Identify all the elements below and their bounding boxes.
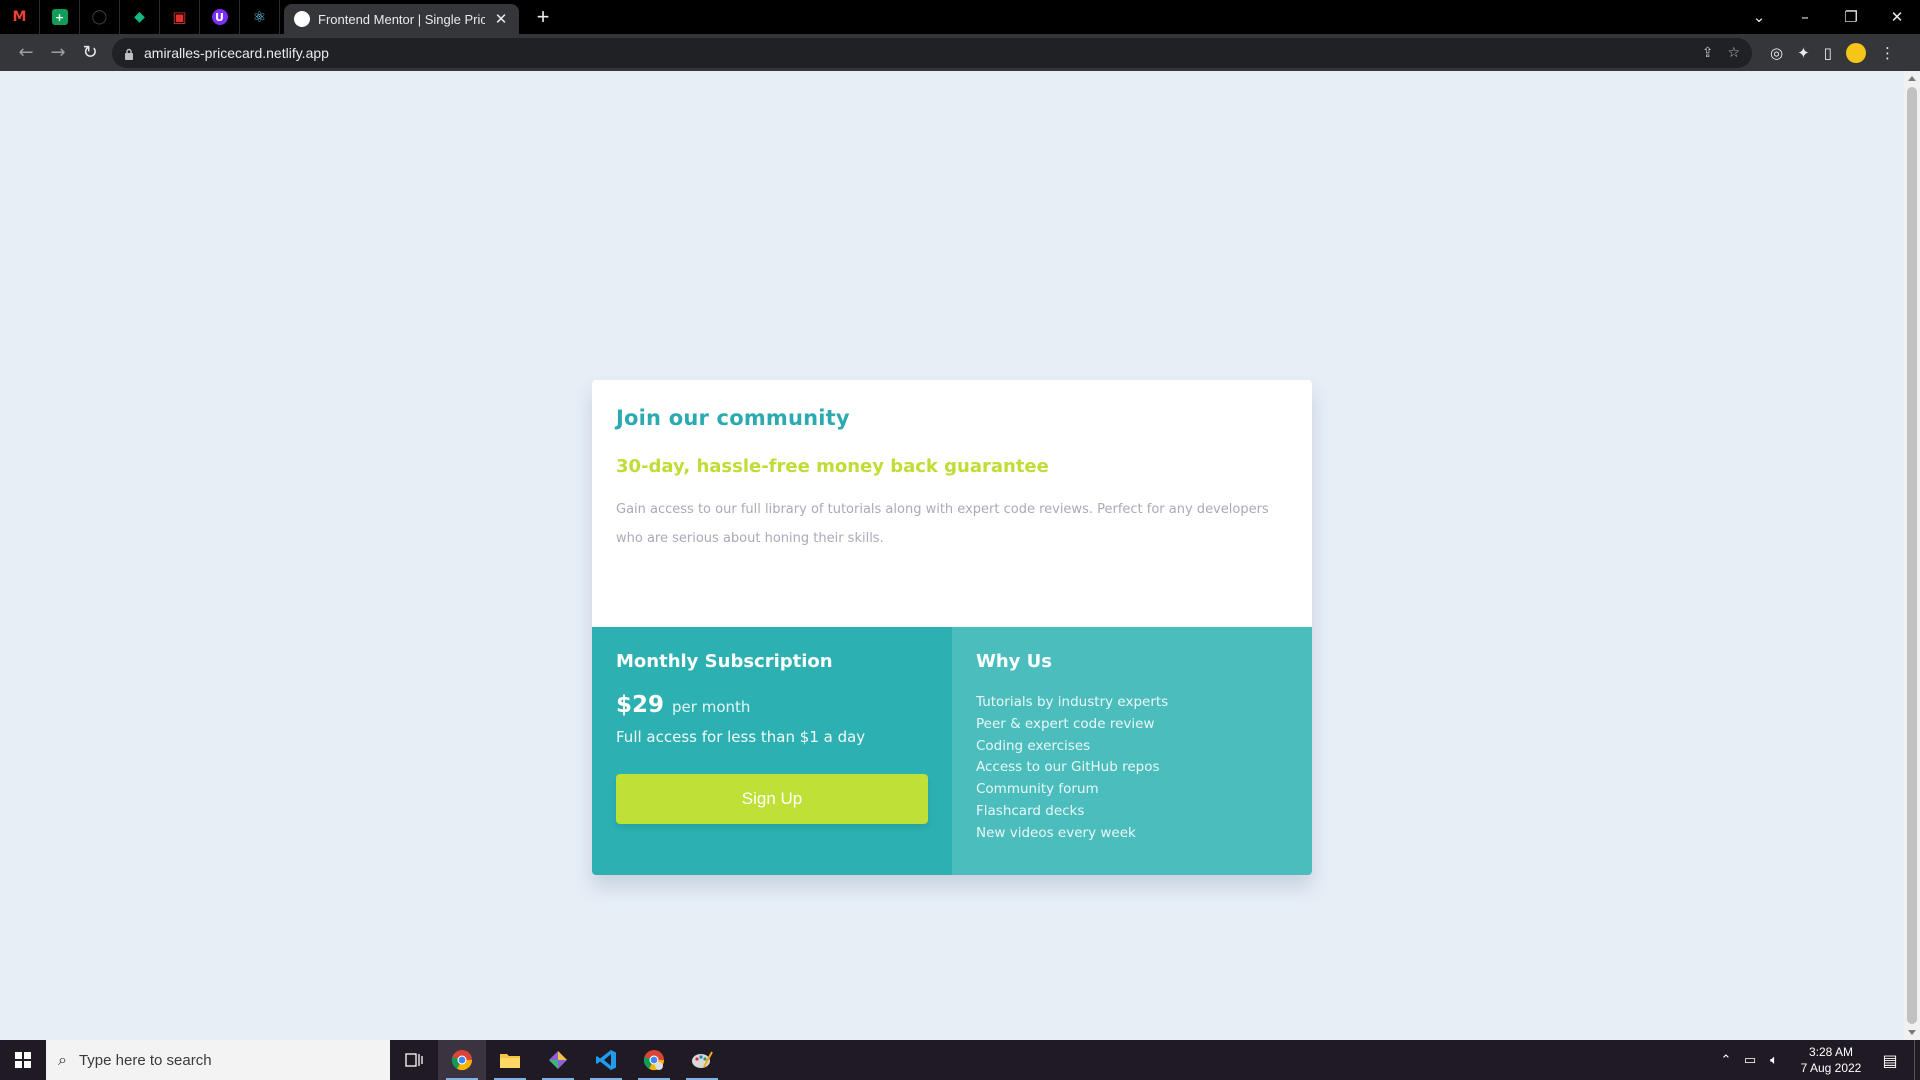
price-row: $29 per month (616, 692, 928, 718)
taskbar-git-app[interactable] (534, 1040, 582, 1080)
why-us-panel: Why Us Tutorials by industry experts Pee… (952, 627, 1312, 875)
url-text: amiralles-pricecard.netlify.app (144, 44, 329, 61)
pinned-tab-purple-app[interactable]: U (200, 0, 240, 34)
address-bar[interactable]: amiralles-pricecard.netlify.app ⇪ ☆ (112, 37, 1752, 68)
chrome-icon (451, 1050, 473, 1071)
tray-overflow-chevron-icon[interactable]: ⌃ (1714, 1053, 1738, 1068)
why-us-item: Access to our GitHub repos (976, 759, 1160, 776)
why-us-heading: Why Us (976, 651, 1052, 672)
card-title: Join our community (616, 406, 850, 430)
folder-icon (500, 1054, 520, 1068)
react-icon: ⚛ (252, 8, 267, 26)
share-icon[interactable]: ⇪ (1702, 45, 1714, 61)
pinned-tab-diamond[interactable]: ◆ (120, 0, 160, 34)
task-view-icon (405, 1053, 423, 1067)
forward-button[interactable]: → (42, 37, 74, 69)
minimize-button[interactable]: – (1782, 8, 1828, 26)
clock-date: 7 Aug 2022 (1800, 1061, 1862, 1075)
gmail-icon: M (12, 9, 27, 25)
taskbar-search[interactable]: ⌕ Type here to search (46, 1040, 390, 1080)
taskbar-vscode[interactable] (582, 1040, 630, 1080)
chrome-profile-icon (643, 1050, 665, 1071)
card-subtitle: 30-day, hassle-free money back guarantee (616, 456, 1049, 477)
red-app-icon: ▣ (172, 8, 187, 26)
back-button[interactable]: ← (10, 37, 42, 69)
pinned-tab-sheets[interactable]: + (40, 0, 80, 34)
sign-up-button[interactable]: Sign Up (616, 774, 928, 824)
pinned-tab-github[interactable]: ◯ (80, 0, 120, 34)
clock-time: 3:28 AM (1808, 1045, 1854, 1059)
pinned-tab-gmail[interactable]: M (0, 0, 40, 34)
why-us-list: Tutorials by industry experts Peer & exp… (976, 692, 1288, 845)
diamond-app-icon (549, 1051, 567, 1069)
taskbar-clock[interactable]: 3:28 AM 7 Aug 2022 (1792, 1044, 1870, 1076)
menu-kebab-icon[interactable]: ⋮ (1880, 44, 1895, 62)
tab-search-icon[interactable]: ⌄ (1736, 8, 1782, 26)
price-period: per month (672, 698, 751, 716)
purple-app-icon: U (211, 9, 228, 25)
new-tab-button[interactable]: + (531, 4, 555, 30)
subscription-panel: Monthly Subscription $29 per month Full … (592, 627, 952, 875)
active-tab[interactable]: Frontend Mentor | Single Price G ✕ (284, 4, 519, 34)
active-tab-title: Frontend Mentor | Single Price G (318, 11, 485, 27)
scroll-up-arrow-icon[interactable] (1908, 76, 1916, 81)
extensions-puzzle-icon[interactable]: ✦ (1797, 44, 1810, 62)
restore-button[interactable]: ❐ (1828, 8, 1874, 26)
network-icon[interactable]: ▭ (1738, 1053, 1762, 1068)
show-desktop-button[interactable] (1914, 1040, 1920, 1080)
task-view-button[interactable] (390, 1040, 438, 1080)
window-controls: ⌄ – ❐ ✕ (1736, 0, 1920, 34)
start-button[interactable] (0, 1040, 46, 1080)
pinned-tab-react[interactable]: ⚛ (240, 0, 280, 34)
why-us-item: Coding exercises (976, 737, 1091, 754)
access-text: Full access for less than $1 a day (616, 728, 866, 746)
scrollbar-thumb[interactable] (1907, 87, 1917, 1024)
why-us-item: Peer & expert code review (976, 715, 1155, 732)
reload-button[interactable]: ↻ (74, 37, 106, 69)
diamond-app-icon: ◆ (134, 9, 145, 25)
page-scrollbar[interactable] (1904, 71, 1920, 1040)
pinned-tab-red-app[interactable]: ▣ (160, 0, 200, 34)
vscode-icon (596, 1050, 616, 1070)
price-card: Join our community 30-day, hassle-free m… (592, 380, 1312, 875)
why-us-item: Tutorials by industry experts (976, 694, 1169, 710)
taskbar-file-explorer[interactable] (486, 1040, 534, 1080)
tab-favicon-icon (294, 11, 310, 27)
close-window-button[interactable]: ✕ (1874, 8, 1920, 26)
why-us-item: New videos every week (976, 824, 1136, 841)
card-description: Gain access to our full library of tutor… (616, 502, 1269, 546)
lock-icon (124, 47, 134, 60)
profile-avatar[interactable] (1845, 42, 1866, 63)
bookmark-star-icon[interactable]: ☆ (1727, 45, 1740, 61)
tab-close-icon[interactable]: ✕ (493, 10, 509, 28)
card-intro: Join our community 30-day, hassle-free m… (592, 380, 1312, 627)
github-icon: ◯ (91, 9, 108, 25)
windows-taskbar: ⌕ Type here to search ⌃ ▭ 🔈︎ 3:28 AM 7 A… (0, 1040, 1920, 1080)
extension-target-icon[interactable]: ◎ (1770, 44, 1783, 62)
card-bottom: Monthly Subscription $29 per month Full … (592, 627, 1312, 875)
taskbar-search-placeholder: Type here to search (78, 1051, 212, 1069)
why-us-item: Flashcard decks (976, 802, 1085, 819)
search-icon: ⌕ (58, 1050, 67, 1069)
system-tray: ⌃ ▭ 🔈︎ 3:28 AM 7 Aug 2022 ▤ (1714, 1040, 1920, 1080)
price-amount: $29 (616, 692, 665, 718)
volume-icon[interactable]: 🔈︎ (1762, 1053, 1786, 1068)
page-viewport: Join our community 30-day, hassle-free m… (0, 71, 1904, 1040)
scroll-down-arrow-icon[interactable] (1908, 1030, 1916, 1035)
taskbar-paint-app[interactable] (678, 1040, 726, 1080)
why-us-item: Community forum (976, 781, 1099, 798)
taskbar-chrome-profile[interactable] (630, 1040, 678, 1080)
taskbar-chrome[interactable] (438, 1040, 486, 1080)
side-panel-icon[interactable]: ▯ (1824, 44, 1832, 62)
subscription-heading: Monthly Subscription (616, 651, 833, 672)
sheets-icon: + (51, 9, 68, 25)
browser-toolbar: ← → ↻ amiralles-pricecard.netlify.app ⇪ … (0, 34, 1920, 71)
paint-palette-icon (692, 1051, 713, 1068)
windows-logo-icon (15, 1052, 31, 1068)
notifications-icon[interactable]: ▤ (1870, 1051, 1910, 1070)
browser-tab-strip: M + ◯ ◆ ▣ U ⚛ Frontend Mentor | Single P… (0, 0, 1920, 34)
